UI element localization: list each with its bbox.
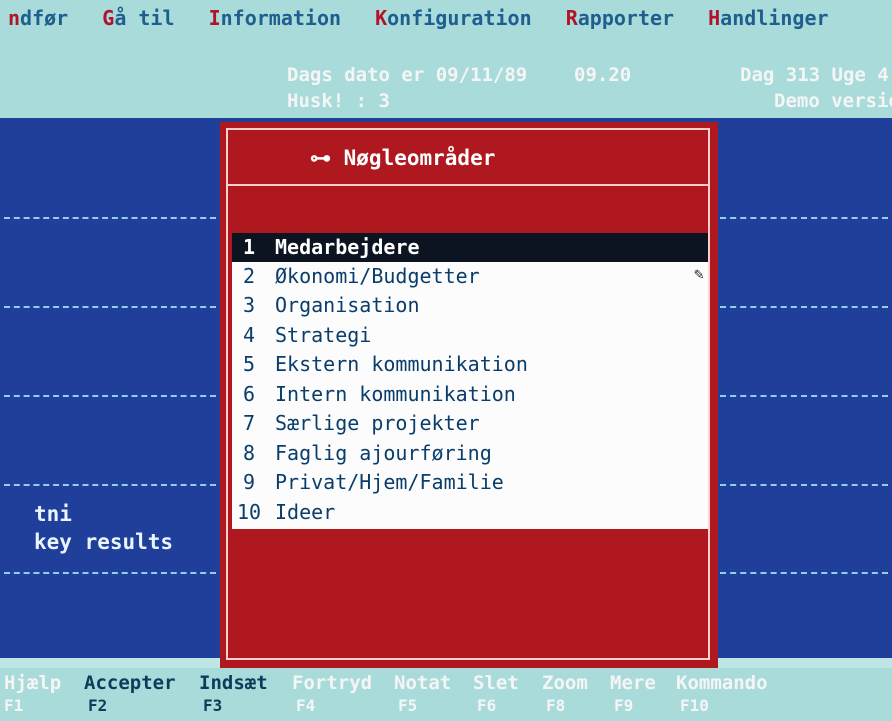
divider	[720, 395, 888, 397]
list-item-number: 9	[242, 470, 256, 494]
dialog-title: ⊶ Nøgleområder	[310, 146, 496, 170]
fkey-label: Kommando	[676, 672, 768, 694]
list-item-label: Medarbejdere	[275, 235, 420, 259]
fkey-number: F2	[88, 696, 108, 715]
list-item-number: 8	[242, 441, 256, 465]
fkey-label: Slet	[473, 672, 519, 694]
menu-item-handlinger[interactable]: Handlinger	[708, 6, 828, 30]
dialog-title-divider	[226, 184, 710, 186]
list-item-number: 5	[242, 352, 256, 376]
divider	[720, 484, 888, 486]
fkey-label: Mere	[610, 672, 656, 694]
fkey-label: Zoom	[542, 672, 588, 694]
fkey-label: Indsæt	[199, 672, 268, 694]
list-item-intern-kommunikation[interactable]: 6 Intern kommunikation	[232, 380, 708, 409]
list-item-label: Ideer	[275, 500, 336, 524]
list-item-number: 3	[242, 293, 256, 317]
menu-bar: ndfør Gå til Information Konfiguration R…	[8, 6, 851, 30]
fkey-label: Fortryd	[292, 672, 373, 694]
fkey-hjaelp[interactable]: Hjælp F1	[4, 672, 61, 715]
list-item-number: 10	[236, 500, 262, 524]
fkey-slet[interactable]: Slet F6	[473, 672, 519, 715]
list-item-label: Privat/Hjem/Familie	[275, 470, 504, 494]
list-item-medarbejdere[interactable]: 1 Medarbejdere	[232, 233, 708, 262]
list-item-label: Strategi	[275, 323, 372, 347]
divider	[720, 306, 888, 308]
date-text: Dags dato er 09/11/89	[287, 64, 528, 86]
fkey-kommando[interactable]: Kommando F10	[676, 672, 768, 715]
list-item-label: Ekstern kommunikation	[275, 352, 528, 376]
fkey-notat[interactable]: Notat F5	[394, 672, 451, 715]
divider	[4, 306, 216, 308]
fkey-number: F8	[546, 696, 566, 715]
fkey-label: Notat	[394, 672, 452, 694]
menu-item-rapporter[interactable]: Rapporter	[566, 6, 674, 30]
divider	[720, 217, 888, 219]
divider	[4, 395, 216, 397]
fkey-number: F9	[614, 696, 634, 715]
divider	[720, 572, 888, 574]
list-item-label: Faglig ajourføring	[275, 441, 492, 465]
side-label-key-results: key results	[34, 530, 174, 554]
side-label-tni: tni	[34, 502, 72, 526]
fkey-number: F5	[398, 696, 418, 715]
fkey-number: F6	[477, 696, 497, 715]
divider	[4, 572, 216, 574]
divider	[4, 484, 216, 486]
fkey-fortryd[interactable]: Fortryd F4	[292, 672, 372, 715]
list-item-strategi[interactable]: 4 Strategi	[232, 321, 708, 350]
pen-cursor-icon: ✎	[694, 264, 704, 283]
key-areas-list: 1 Medarbejdere 2 Økonomi/Budgetter ✎ 3 O…	[232, 233, 708, 529]
list-item-faglig-ajourforing[interactable]: 8 Faglig ajourføring	[232, 439, 708, 468]
day-week-text: Dag 313 Uge 4	[740, 64, 889, 86]
list-item-saerlige-projekter[interactable]: 7 Særlige projekter	[232, 409, 708, 438]
fkey-number: F3	[203, 696, 223, 715]
fkey-number: F10	[680, 696, 709, 715]
list-item-ideer[interactable]: 10 Ideer	[232, 498, 708, 527]
list-item-number: 6	[242, 382, 256, 406]
fkey-number: F4	[296, 696, 316, 715]
list-item-label: Organisation	[275, 293, 420, 317]
menu-item-konfiguration[interactable]: Konfiguration	[375, 6, 532, 30]
reminder-text: Husk! : 3	[287, 90, 390, 112]
time-text: 09.20	[574, 64, 632, 86]
divider	[4, 217, 216, 219]
list-item-label: Økonomi/Budgetter	[275, 264, 480, 288]
menu-item-ga-til[interactable]: Gå til	[102, 6, 174, 30]
fkey-mere[interactable]: Mere F9	[610, 672, 656, 715]
list-item-number: 7	[242, 411, 256, 435]
menu-item-information[interactable]: Information	[209, 6, 341, 30]
list-item-okonomi[interactable]: 2 Økonomi/Budgetter ✎	[232, 262, 708, 291]
list-item-privat-hjem-familie[interactable]: 9 Privat/Hjem/Familie	[232, 468, 708, 497]
list-item-organisation[interactable]: 3 Organisation	[232, 291, 708, 320]
fkey-number: F1	[4, 696, 24, 715]
key-areas-dialog: ⊶ Nøgleområder 1 Medarbejdere 2 Økonomi/…	[220, 122, 718, 668]
fkey-label: Accepter	[84, 672, 176, 694]
fkey-accepter[interactable]: Accepter F2	[84, 672, 176, 715]
list-item-label: Intern kommunikation	[275, 382, 516, 406]
list-item-ekstern-kommunikation[interactable]: 5 Ekstern kommunikation	[232, 350, 708, 379]
list-item-number: 1	[242, 235, 256, 259]
version-text: Demo versio	[774, 90, 892, 112]
list-item-number: 4	[242, 323, 256, 347]
list-item-label: Særlige projekter	[275, 411, 480, 435]
fkey-label: Hjælp	[4, 672, 62, 694]
fkey-zoom[interactable]: Zoom F8	[542, 672, 588, 715]
list-item-number: 2	[242, 264, 256, 288]
menu-item-indfor[interactable]: ndfør	[8, 6, 68, 30]
fkey-indsaet[interactable]: Indsæt F3	[199, 672, 268, 715]
